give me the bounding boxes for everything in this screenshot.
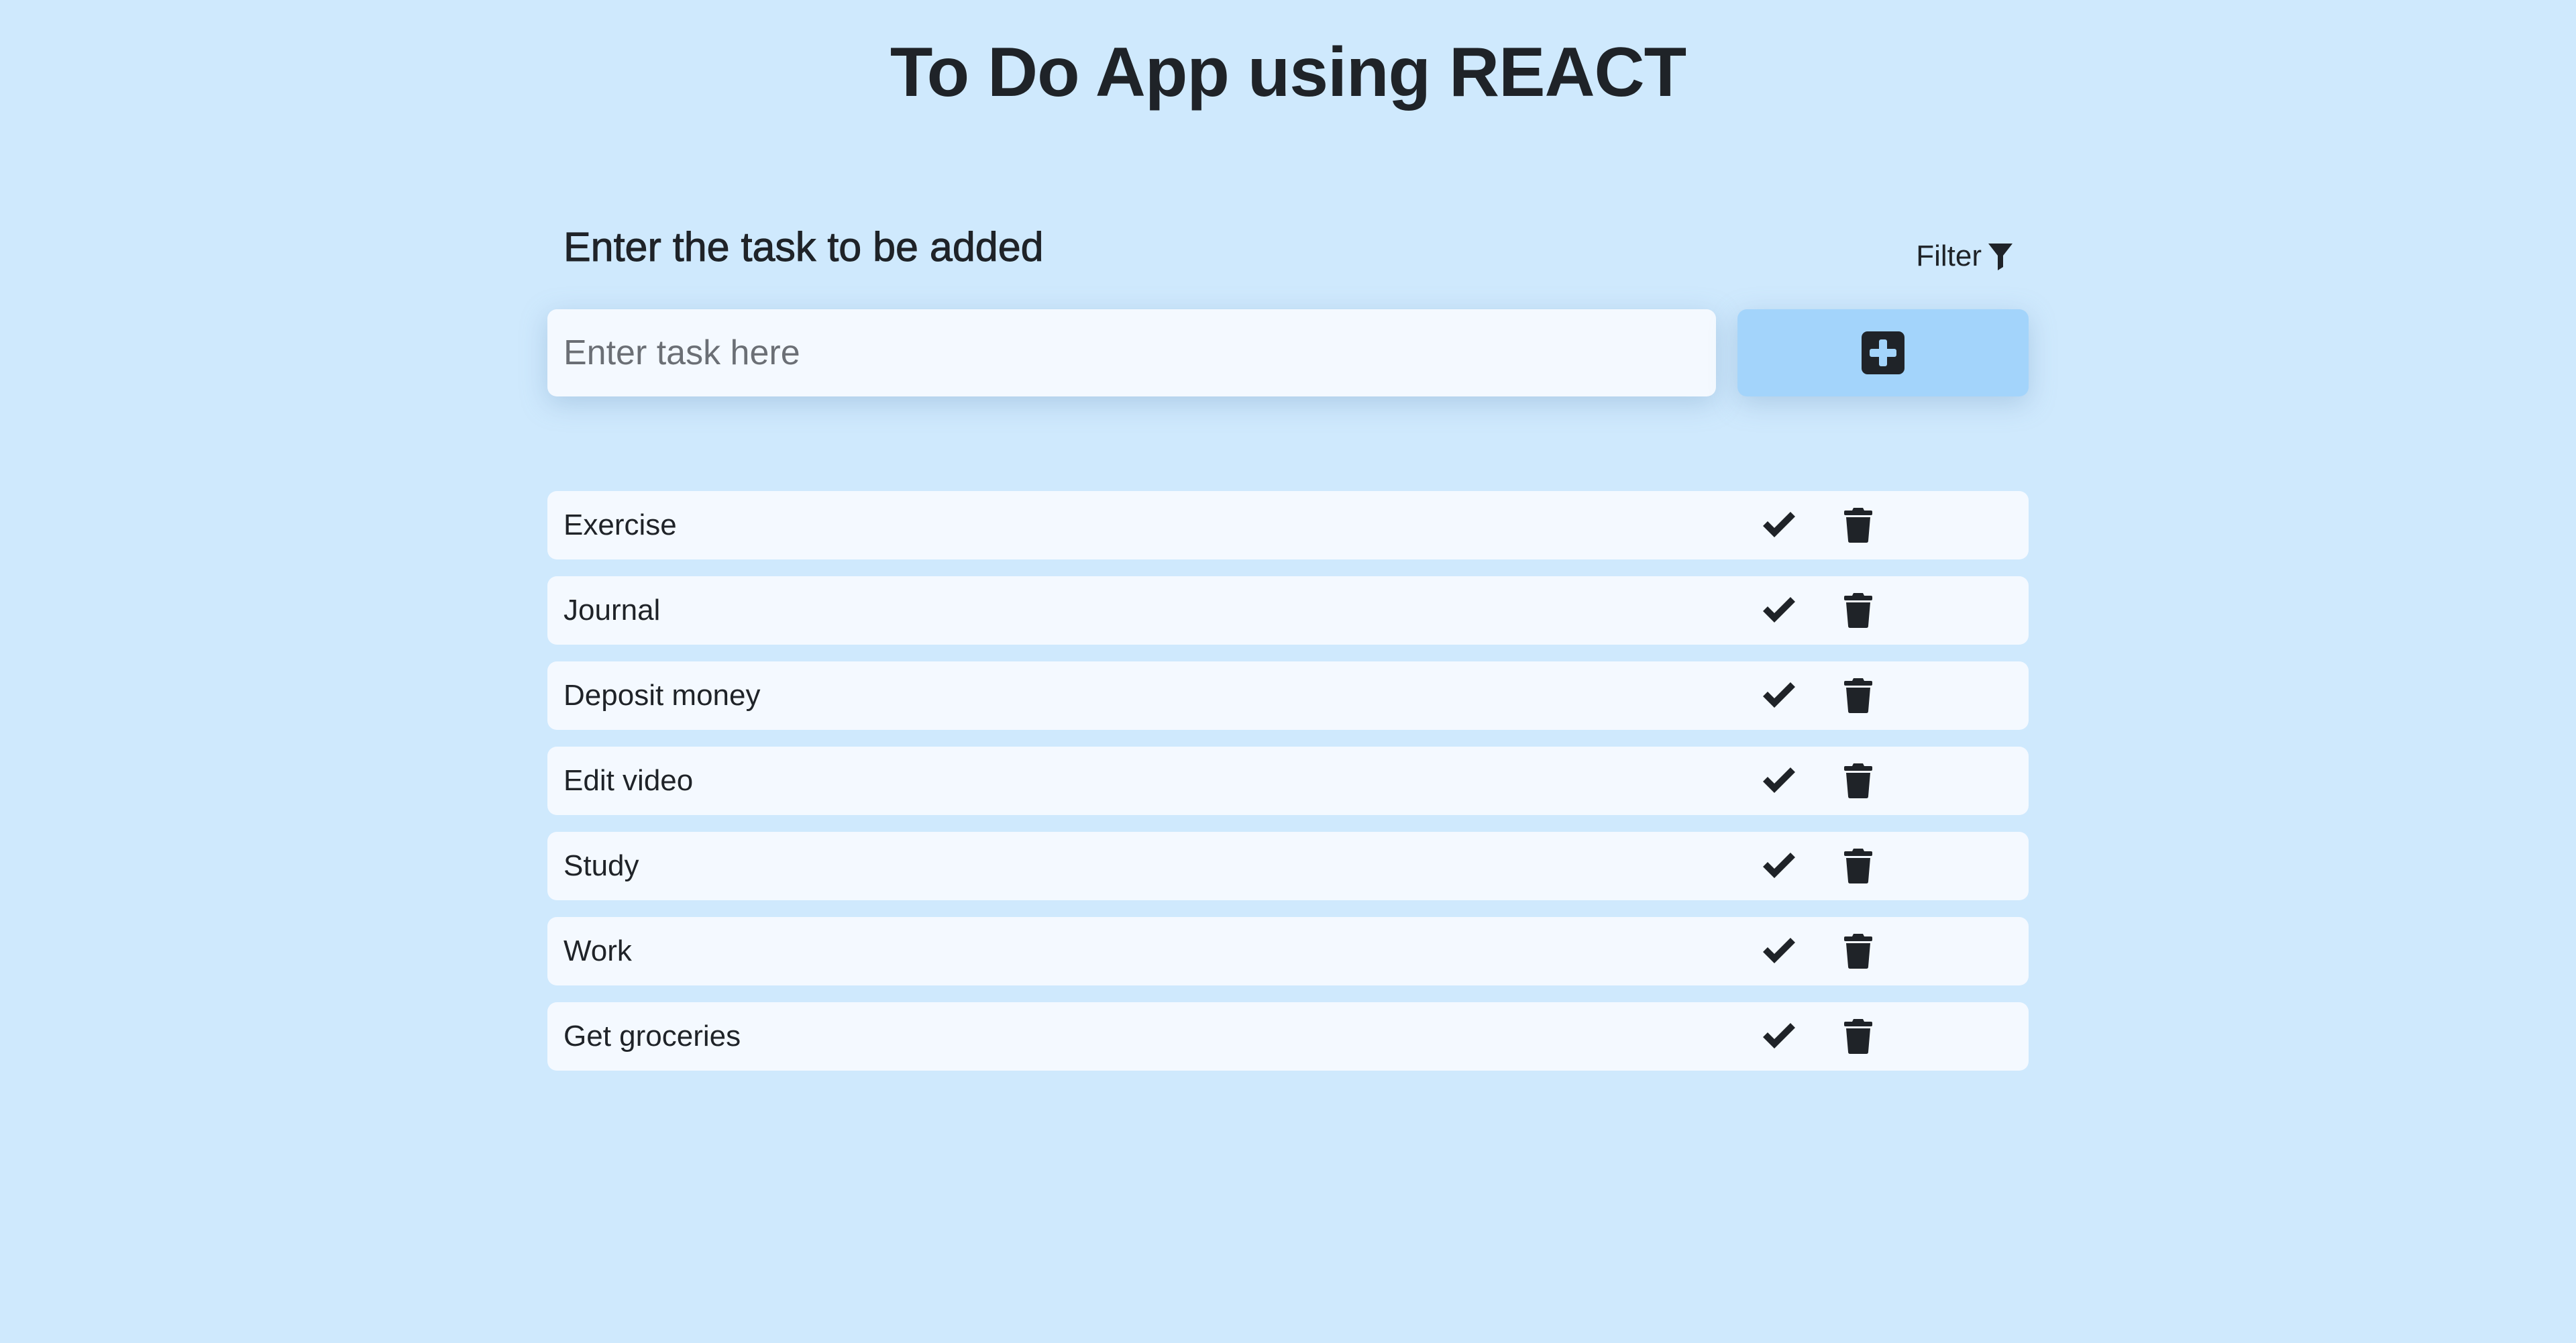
trash-icon [1844, 1019, 1872, 1054]
task-name: Work [564, 934, 632, 967]
task-item: Get groceries [547, 1002, 2029, 1071]
check-icon [1763, 512, 1795, 537]
task-item: Work [547, 917, 2029, 985]
task-name: Edit video [564, 764, 694, 797]
mark-done-button[interactable] [1752, 491, 1806, 559]
add-task-panel: Enter the task to be added Filter [547, 201, 2029, 396]
task-name: Deposit money [564, 679, 761, 712]
task-input[interactable] [547, 309, 1716, 396]
delete-task-button[interactable] [1831, 917, 1885, 985]
task-item: Exercise [547, 491, 2029, 559]
filter-button[interactable]: Filter [1916, 235, 2014, 278]
task-item: Deposit money [547, 661, 2029, 730]
delete-task-button[interactable] [1831, 747, 1885, 815]
check-icon [1763, 597, 1795, 623]
task-list: Exercise Journal Deposit money Edit vide… [547, 491, 2029, 1087]
delete-task-button[interactable] [1831, 576, 1885, 645]
mark-done-button[interactable] [1752, 1002, 1806, 1071]
panel-header: Enter the task to be added Filter [547, 201, 2029, 309]
add-task-heading: Enter the task to be added [564, 224, 1044, 270]
delete-task-button[interactable] [1831, 832, 1885, 900]
check-icon [1763, 767, 1795, 793]
plus-square-icon [1862, 331, 1904, 374]
check-icon [1763, 853, 1795, 878]
mark-done-button[interactable] [1752, 576, 1806, 645]
task-name: Get groceries [564, 1020, 741, 1053]
input-row [547, 309, 2029, 396]
mark-done-button[interactable] [1752, 747, 1806, 815]
filter-label: Filter [1916, 239, 1982, 272]
filter-icon [1988, 244, 2012, 270]
trash-icon [1844, 849, 1872, 883]
mark-done-button[interactable] [1752, 661, 1806, 730]
trash-icon [1844, 763, 1872, 798]
delete-task-button[interactable] [1831, 661, 1885, 730]
trash-icon [1844, 593, 1872, 628]
mark-done-button[interactable] [1752, 832, 1806, 900]
check-icon [1763, 1023, 1795, 1049]
delete-task-button[interactable] [1831, 491, 1885, 559]
trash-icon [1844, 678, 1872, 713]
app-title: To Do App using REACT [890, 34, 1686, 111]
task-name: Study [564, 849, 639, 882]
task-name: Journal [564, 594, 661, 627]
task-item: Edit video [547, 747, 2029, 815]
task-name: Exercise [564, 508, 677, 541]
task-item: Journal [547, 576, 2029, 645]
add-task-button[interactable] [1737, 309, 2029, 396]
delete-task-button[interactable] [1831, 1002, 1885, 1071]
trash-icon [1844, 934, 1872, 969]
check-icon [1763, 938, 1795, 963]
trash-icon [1844, 508, 1872, 543]
task-item: Study [547, 832, 2029, 900]
mark-done-button[interactable] [1752, 917, 1806, 985]
check-icon [1763, 682, 1795, 708]
